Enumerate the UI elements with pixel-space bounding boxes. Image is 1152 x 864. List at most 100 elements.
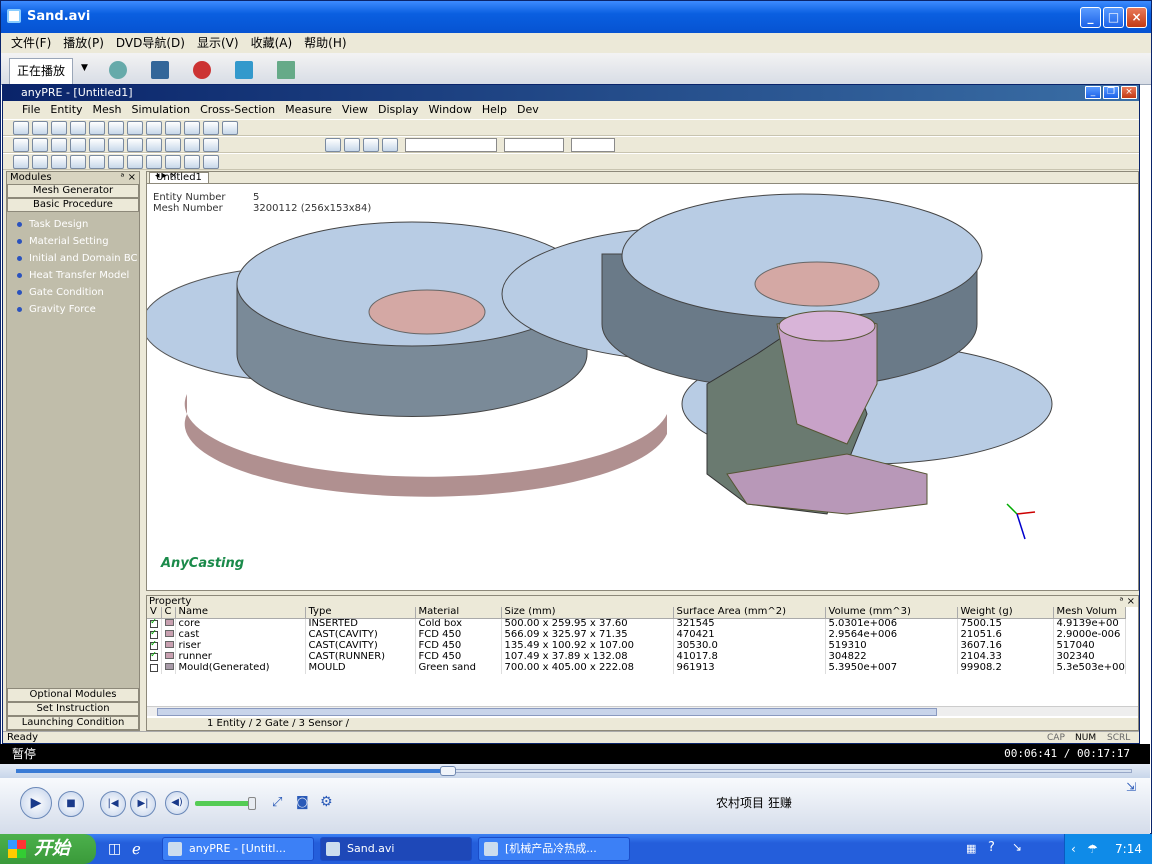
layout-icon[interactable] [165,120,181,135]
module-material-setting[interactable]: Material Setting [7,233,139,250]
save-as-icon[interactable] [70,120,86,135]
menu-favorites[interactable]: 收藏(A) [247,33,301,53]
sheet-tabs[interactable]: 1 Entity / 2 Gate / 3 Sensor / [147,718,1138,730]
close-icon[interactable]: ◂ ▸ × [149,171,1134,183]
section-y-icon[interactable] [363,137,379,152]
task-anypre[interactable]: anyPRE - [Untitl... [162,837,314,861]
color-swatch[interactable] [164,619,174,626]
3d-viewport[interactable]: Untitled1 ◂ ▸ × Entity Number 5 Mesh Numbe… [146,171,1139,591]
table-row[interactable]: runnerCAST(RUNNER)FCD 450107.49 x 37.89 … [147,651,1126,663]
burn-icon[interactable] [193,61,211,79]
menu-view[interactable]: View [337,101,373,119]
save-icon[interactable] [51,120,67,135]
light-icon[interactable] [203,137,219,152]
fullscreen-icon[interactable]: ⤢ [272,795,282,810]
chart-icon[interactable] [203,154,219,169]
menu-window[interactable]: Window [424,101,477,119]
col-material[interactable]: Material [415,607,502,619]
volume-slider[interactable] [195,797,256,810]
table-row[interactable]: riserCAST(CAVITY)FCD 450135.49 x 100.92 … [147,640,1126,652]
preview-icon[interactable] [108,120,124,135]
area-icon[interactable] [70,154,86,169]
menu-mesh[interactable]: Mesh [88,101,127,119]
section-extra-field[interactable] [571,137,615,152]
previous-button[interactable]: |◀ [100,791,126,817]
mute-button[interactable]: ◀) [165,791,189,815]
zoom-fit-icon[interactable] [32,137,48,152]
col-volume[interactable]: Volume (mm^3) [825,607,958,619]
menu-display[interactable]: Display [373,101,424,119]
help-icon[interactable] [222,120,238,135]
seek-bar[interactable] [0,764,1150,778]
table-icon[interactable] [184,154,200,169]
menu-dvd[interactable]: DVD导航(D) [112,33,193,53]
col-weight[interactable]: Weight (g) [957,607,1054,619]
module-gate-condition[interactable]: Gate Condition [7,284,139,301]
section-icon[interactable] [325,137,341,152]
col-name[interactable]: Name [175,607,306,619]
show-desktop-icon[interactable]: ◫ [108,841,121,857]
color-swatch[interactable] [164,630,174,637]
new-icon[interactable] [13,120,29,135]
tab-now-playing[interactable]: 正在播放 [9,58,73,84]
menu-file[interactable]: File [17,101,45,119]
mesh-generator-button[interactable]: Mesh Generator [7,184,139,198]
pan-icon[interactable] [70,137,86,152]
anypre-close-button[interactable]: × [1121,86,1137,99]
col-surface-area[interactable]: Surface Area (mm^2) [673,607,826,619]
visible-checkbox[interactable] [150,618,158,628]
play-button[interactable]: ▶ [20,787,52,819]
grid-icon[interactable] [146,154,162,169]
measure-icon[interactable] [13,154,29,169]
network-icon[interactable]: ☂ [1087,834,1098,864]
select-icon[interactable] [89,154,105,169]
media-player-titlebar[interactable]: Sand.avi _ □ × [1,1,1151,33]
color-swatch[interactable] [164,641,174,648]
print-icon[interactable] [89,120,105,135]
gear-icon[interactable]: ⚙ [320,794,333,810]
window-icon[interactable] [184,120,200,135]
menu-play[interactable]: 播放(P) [59,33,112,53]
anypre-titlebar[interactable]: anyPRE - [Untitled1] _ ❐ × [3,85,1139,101]
menu-help[interactable]: Help [477,101,512,119]
axis-icon[interactable] [165,154,181,169]
start-button[interactable]: 开始 [0,834,96,864]
menu-file[interactable]: 文件(F) [7,33,59,53]
view-front-icon[interactable] [89,137,105,152]
ie-icon[interactable]: ℯ [132,840,141,858]
zoom-icon[interactable] [13,137,29,152]
visible-checkbox[interactable] [150,663,158,672]
solid-icon[interactable] [184,137,200,152]
anypre-restore-button[interactable]: ❐ [1103,86,1119,99]
table-row[interactable]: coreINSERTEDCold box500.00 x 259.95 x 37… [147,618,1126,630]
section-value-field[interactable] [405,137,497,152]
menu-dev[interactable]: Dev [512,101,544,119]
menu-entity[interactable]: Entity [45,101,87,119]
open-icon[interactable] [32,120,48,135]
menu-cross-section[interactable]: Cross-Section [195,101,280,119]
horizontal-scrollbar[interactable] [147,706,1138,716]
volume-thumb[interactable] [247,797,256,810]
anypre-minimize-button[interactable]: _ [1085,86,1101,99]
paste-icon[interactable] [146,120,162,135]
section-step-field[interactable] [504,137,564,152]
section-z-icon[interactable] [382,137,398,152]
menu-simulation[interactable]: Simulation [127,101,196,119]
close-button[interactable]: × [1126,7,1147,28]
camera-icon[interactable]: ◙ [296,795,309,810]
task-sand-avi[interactable]: Sand.avi [320,837,472,861]
wire-icon[interactable] [165,137,181,152]
module-heat-transfer[interactable]: Heat Transfer Model [7,267,139,284]
film-icon[interactable] [277,61,295,79]
optional-modules-button[interactable]: Optional Modules [7,688,139,702]
section-x-icon[interactable] [344,137,360,152]
col-type[interactable]: Type [305,607,416,619]
set-instruction-button[interactable]: Set Instruction [7,702,139,716]
mini-mode-icon[interactable]: ⇲ [1126,780,1136,794]
shade-icon[interactable] [146,137,162,152]
basic-procedure-button[interactable]: Basic Procedure [7,198,139,212]
tv-icon[interactable] [235,61,253,79]
pin-icon[interactable]: ᵃ × [121,172,136,184]
table-row[interactable]: castCAST(CAVITY)FCD 450566.09 x 325.97 x… [147,629,1126,641]
col-visible[interactable]: V [147,607,162,619]
